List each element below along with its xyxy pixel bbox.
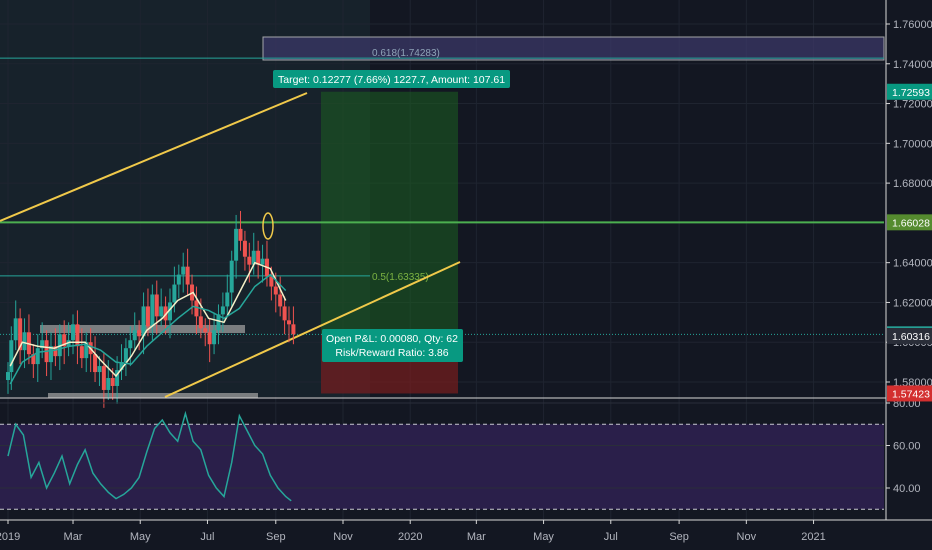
- price-label-4: 1.57423: [892, 388, 930, 400]
- candle-body-24: [110, 378, 115, 386]
- candle-body-58: [260, 258, 265, 265]
- candle-body-35: [159, 306, 164, 317]
- target-zone: [321, 91, 458, 335]
- candle-body-33: [150, 294, 155, 327]
- support-block-lower: [48, 393, 258, 398]
- candle-body-46: [207, 332, 212, 345]
- candle-body-34: [154, 294, 159, 317]
- candle-body-53: [238, 228, 243, 241]
- candle-body-62: [278, 294, 283, 307]
- candle-body-52: [234, 228, 239, 261]
- y-tick-label-9: 1.76000: [893, 19, 932, 31]
- candle-body-0: [6, 372, 10, 381]
- x-tick-label-0: 2019: [0, 531, 20, 543]
- candle-body-54: [242, 240, 247, 257]
- chart-root: 0.618(1.74283) 0.5(1.63335) Target: 0.1227…: [0, 0, 932, 550]
- x-tick-label-7: Mar: [467, 531, 486, 543]
- x-tick-label-8: May: [533, 531, 554, 543]
- x-tick-label-3: Jul: [200, 531, 214, 543]
- x-tick-label-1: Mar: [64, 531, 83, 543]
- rr-annotation: Risk/Reward Ratio: 3.86: [335, 347, 448, 359]
- y-tick-label-7: 1.72000: [893, 99, 932, 111]
- candle-body-55: [247, 256, 252, 265]
- candle-body-61: [273, 286, 278, 295]
- x-tick-label-9: Jul: [604, 531, 618, 543]
- x-tick-label-2: May: [130, 531, 151, 543]
- x-tick-label-6: 2020: [398, 531, 422, 543]
- x-tick-label-10: Sep: [669, 531, 689, 543]
- y-tick-label-2: 1.62000: [893, 297, 932, 309]
- candle-body-64: [287, 320, 292, 325]
- candle-body-51: [229, 260, 234, 293]
- x-tick-label-12: 2021: [801, 531, 825, 543]
- candle-body-57: [256, 250, 261, 265]
- rsi-tick-label-2: 40.00: [893, 483, 921, 495]
- candle-body-50: [225, 292, 230, 307]
- candle-body-1: [9, 340, 14, 373]
- candle-body-20: [93, 354, 98, 373]
- candle-body-38: [172, 284, 177, 303]
- candle-body-4: [22, 332, 27, 351]
- candle-body-31: [141, 306, 146, 337]
- candle-body-39: [176, 274, 181, 285]
- candle-body-17: [79, 346, 84, 359]
- fib-box: [262, 36, 885, 61]
- y-tick-label-6: 1.70000: [893, 138, 932, 150]
- candle-body-22: [101, 366, 106, 390]
- y-tick-label-3: 1.64000: [893, 258, 932, 270]
- pnl-annotation: Open P&L: 0.00080, Qty: 62: [326, 333, 458, 345]
- candle-body-21: [97, 366, 102, 373]
- y-tick-label-8: 1.74000: [893, 59, 932, 71]
- price-label-0: 1.72593: [892, 87, 930, 99]
- candle-body-2: [13, 318, 18, 341]
- candle-body-43: [194, 300, 199, 317]
- chart-svg: 0.618(1.74283)0.5(1.63335)Target: 0.1227…: [0, 0, 932, 550]
- candle-body-23: [106, 378, 111, 390]
- candle-body-28: [128, 340, 133, 349]
- price-label-3: 1.60316: [892, 331, 930, 343]
- candle-body-7: [35, 348, 40, 365]
- candle-body-41: [185, 266, 190, 285]
- candle-body-44: [198, 316, 203, 329]
- candle-body-63: [282, 306, 287, 321]
- candle-body-47: [212, 330, 217, 345]
- price-label-1: 1.66028: [892, 217, 930, 229]
- candle-body-15: [71, 324, 76, 341]
- x-tick-label-4: Sep: [266, 531, 286, 543]
- x-tick-label-11: Nov: [737, 531, 757, 543]
- candle-body-40: [181, 266, 186, 275]
- candle-body-27: [123, 348, 128, 363]
- x-tick-label-5: Nov: [333, 531, 353, 543]
- target-annotation: Target: 0.12277 (7.66%) 1227.7, Amount: …: [278, 74, 505, 86]
- candle-body-49: [220, 306, 225, 315]
- candle-body-32: [145, 306, 150, 327]
- candle-body-45: [203, 328, 208, 333]
- rsi-tick-label-1: 60.00: [893, 441, 921, 453]
- candle-body-30: [137, 330, 142, 337]
- fib-label-618: 0.618(1.74283): [372, 48, 440, 59]
- rsi-band-fill: [0, 424, 884, 510]
- price-axis-background: [886, 0, 932, 550]
- candle-body-29: [132, 330, 137, 341]
- y-tick-label-5: 1.68000: [893, 178, 932, 190]
- candle-body-65: [291, 324, 296, 335]
